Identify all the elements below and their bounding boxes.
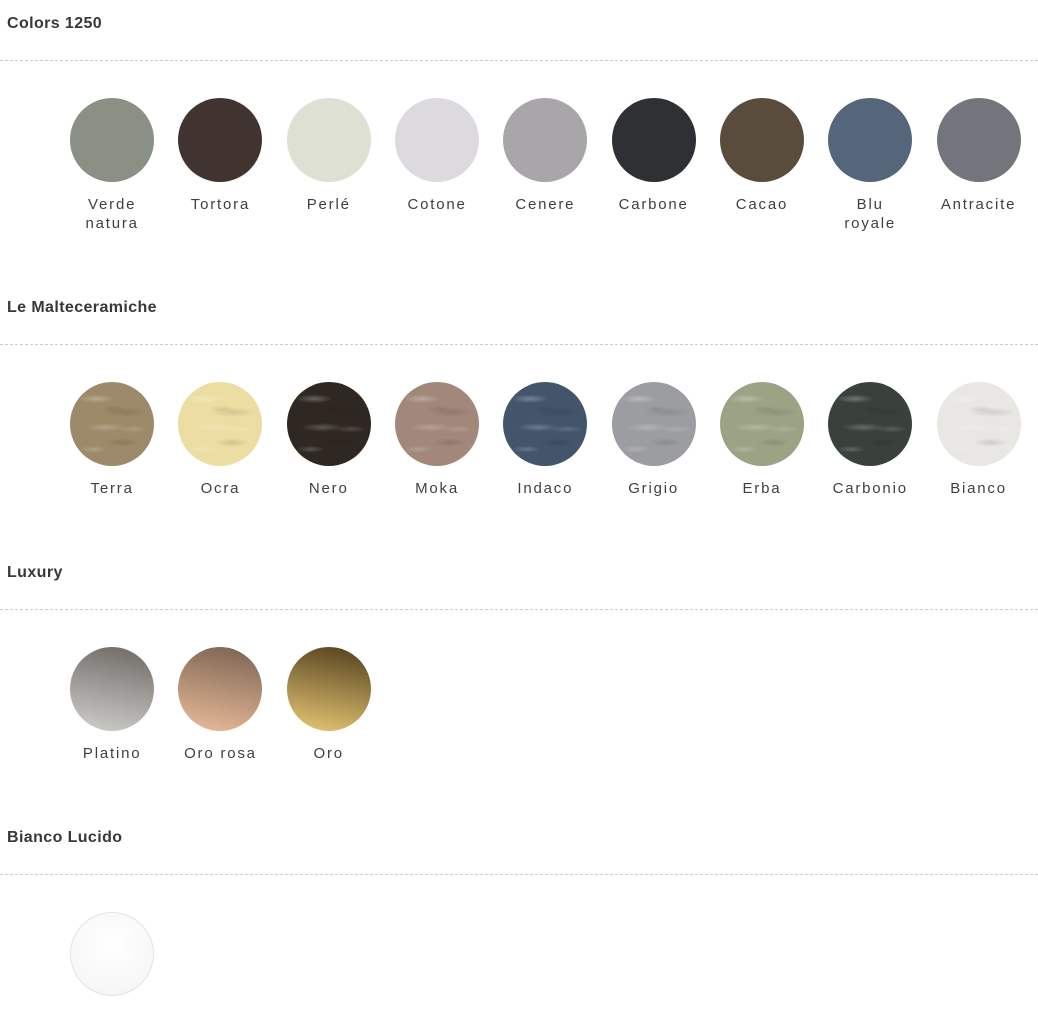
swatch-cell-blu-royale: Blu royale xyxy=(816,98,924,233)
swatch-cell-terra: Terra xyxy=(58,382,166,498)
swatch-circle-moka[interactable] xyxy=(395,382,479,466)
swatch-circle-antracite[interactable] xyxy=(937,98,1021,182)
swatch-label: Bianco xyxy=(950,479,1007,498)
swatch-label: Verde natura xyxy=(85,195,138,233)
swatch-circle-erba[interactable] xyxy=(720,382,804,466)
swatch-label: Carbone xyxy=(619,195,689,214)
swatch-circle-cotone[interactable] xyxy=(395,98,479,182)
section-title: Bianco Lucido xyxy=(7,829,1038,846)
swatch-label: Cenere xyxy=(515,195,575,214)
swatch-label: Antracite xyxy=(941,195,1016,214)
swatch-circle-carbone[interactable] xyxy=(612,98,696,182)
swatch-cell-moka: Moka xyxy=(383,382,491,498)
swatch-label: Cotone xyxy=(407,195,466,214)
section-luxury: Luxury Platino Oro rosa Oro xyxy=(0,564,1038,829)
swatch-cell-oro-rosa: Oro rosa xyxy=(166,647,274,763)
swatch-cell-bianco-lucido xyxy=(58,912,166,996)
swatch-circle-grigio[interactable] xyxy=(612,382,696,466)
section-title: Le Malteceramiche xyxy=(7,299,1038,316)
swatch-cell-grigio: Grigio xyxy=(599,382,707,498)
swatch-cell-nero: Nero xyxy=(275,382,383,498)
swatch-cell-erba: Erba xyxy=(708,382,816,498)
swatch-cell-bianco: Bianco xyxy=(924,382,1032,498)
section-bianco-lucido: Bianco Lucido xyxy=(0,829,1038,1023)
swatch-cell-platino: Platino xyxy=(58,647,166,763)
swatch-circle-terra[interactable] xyxy=(70,382,154,466)
swatch-circle-perle[interactable] xyxy=(287,98,371,182)
swatch-circle-nero[interactable] xyxy=(287,382,371,466)
swatch-row xyxy=(58,912,1038,996)
swatch-label: Nero xyxy=(309,479,349,498)
swatch-circle-indaco[interactable] xyxy=(503,382,587,466)
swatch-label: Indaco xyxy=(517,479,573,498)
swatch-label: Cacao xyxy=(736,195,788,214)
swatch-circle-verde-natura[interactable] xyxy=(70,98,154,182)
swatch-row: Verde natura Tortora Perlé Cotone Cenere Carb… xyxy=(58,98,1038,233)
swatch-circle-oro-rosa[interactable] xyxy=(178,647,262,731)
swatch-circle-oro[interactable] xyxy=(287,647,371,731)
swatch-circle-platino[interactable] xyxy=(70,647,154,731)
swatch-cell-indaco: Indaco xyxy=(491,382,599,498)
section-divider xyxy=(0,60,1038,61)
swatch-cell-perle: Perlé xyxy=(275,98,383,233)
swatch-label: Ocra xyxy=(201,479,241,498)
swatch-cell-cacao: Cacao xyxy=(708,98,816,233)
section-divider xyxy=(0,344,1038,345)
swatch-cell-ocra: Ocra xyxy=(166,382,274,498)
swatch-label: Terra xyxy=(91,479,134,498)
swatch-cell-cotone: Cotone xyxy=(383,98,491,233)
swatch-circle-blu-royale[interactable] xyxy=(828,98,912,182)
section-le-malteceramiche: Le Malteceramiche Terra Ocra Nero Moka Indaco… xyxy=(0,299,1038,564)
section-colors-1250: Colors 1250 Verde natura Tortora Perlé Coton… xyxy=(0,0,1038,299)
swatch-label: Erba xyxy=(742,479,781,498)
swatch-label: Oro xyxy=(314,744,344,763)
swatch-circle-ocra[interactable] xyxy=(178,382,262,466)
swatch-circle-bianco-lucido[interactable] xyxy=(70,912,154,996)
section-title: Luxury xyxy=(7,564,1038,581)
swatch-cell-verde-natura: Verde natura xyxy=(58,98,166,233)
swatch-circle-bianco[interactable] xyxy=(937,382,1021,466)
swatch-cell-tortora: Tortora xyxy=(166,98,274,233)
swatch-label: Oro rosa xyxy=(184,744,257,763)
swatch-label: Tortora xyxy=(191,195,250,214)
swatch-label: Platino xyxy=(83,744,141,763)
swatch-label: Blu royale xyxy=(844,195,896,233)
swatch-cell-carbonio: Carbonio xyxy=(816,382,924,498)
swatch-label: Perlé xyxy=(307,195,351,214)
section-divider xyxy=(0,874,1038,875)
swatch-circle-tortora[interactable] xyxy=(178,98,262,182)
section-title: Colors 1250 xyxy=(7,0,1038,32)
swatch-cell-cenere: Cenere xyxy=(491,98,599,233)
swatch-cell-antracite: Antracite xyxy=(924,98,1032,233)
swatch-circle-cacao[interactable] xyxy=(720,98,804,182)
swatch-label: Moka xyxy=(415,479,459,498)
color-configurator: Colors 1250 Verde natura Tortora Perlé Coton… xyxy=(0,0,1038,1023)
swatch-label: Grigio xyxy=(628,479,679,498)
swatch-circle-carbonio[interactable] xyxy=(828,382,912,466)
section-divider xyxy=(0,609,1038,610)
swatch-row: Platino Oro rosa Oro xyxy=(58,647,1038,763)
swatch-circle-cenere[interactable] xyxy=(503,98,587,182)
swatch-cell-oro: Oro xyxy=(275,647,383,763)
swatch-label: Carbonio xyxy=(833,479,908,498)
swatch-row: Terra Ocra Nero Moka Indaco Grigio Erba Carboni… xyxy=(58,382,1038,498)
swatch-cell-carbone: Carbone xyxy=(599,98,707,233)
